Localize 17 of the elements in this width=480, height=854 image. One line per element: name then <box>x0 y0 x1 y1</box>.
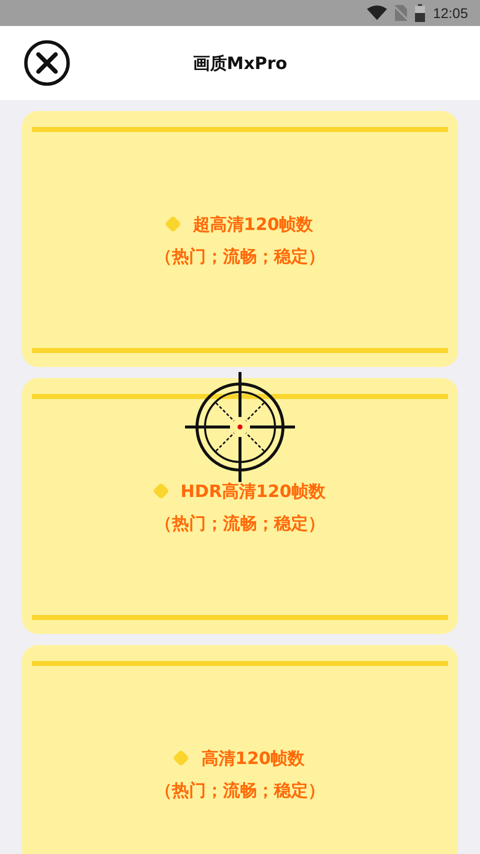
battery-icon <box>414 4 425 22</box>
clock-time: 12:05 <box>432 5 468 21</box>
option-subtitle: （热门；流畅；稳定） <box>155 246 325 268</box>
option-title: 超高清120帧数 <box>192 214 314 236</box>
option-card[interactable]: 超高清120帧数 （热门；流畅；稳定） <box>22 111 458 367</box>
crosshair-icon[interactable] <box>185 372 295 482</box>
page-title: 画质MxPro <box>192 52 288 74</box>
option-card[interactable]: HDR高清120帧数 （热门；流畅；稳定） <box>22 378 458 634</box>
option-title: HDR高清120帧数 <box>180 480 326 502</box>
option-subtitle: （热门；流畅；稳定） <box>155 512 325 534</box>
option-subtitle: （热门；流畅；稳定） <box>155 780 325 802</box>
no-sim-icon <box>394 5 407 21</box>
close-button[interactable] <box>22 39 72 87</box>
option-card[interactable]: 高清120帧数 （热门；流畅；稳定） <box>22 645 458 854</box>
close-icon <box>23 39 71 87</box>
wifi-icon <box>366 5 387 21</box>
option-title: 高清120帧数 <box>201 748 305 770</box>
